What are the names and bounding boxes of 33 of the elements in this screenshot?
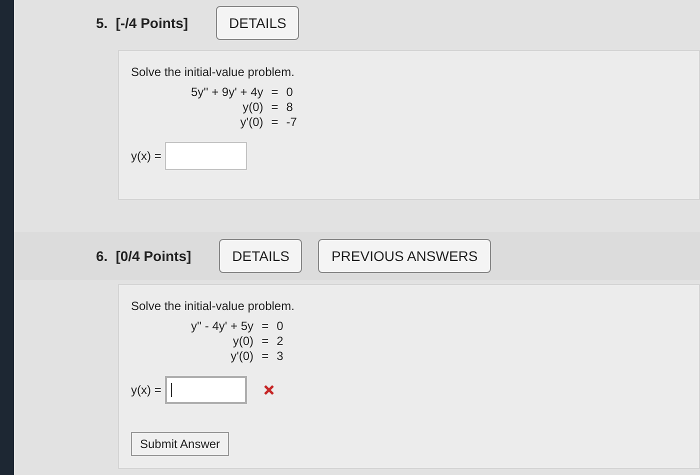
equals-sign: = bbox=[262, 349, 269, 364]
answer-input[interactable] bbox=[165, 142, 248, 170]
equation-rhs: 3 bbox=[276, 349, 284, 364]
equals-sign: = bbox=[262, 319, 269, 334]
equation-lhs: 5y'' + 9y' + 4y bbox=[191, 85, 264, 100]
equation-lhs: y(0) bbox=[242, 100, 264, 115]
equation-lhs: y'(0) bbox=[230, 349, 254, 364]
equation-lhs: y'(0) bbox=[239, 115, 264, 130]
equals-sign: = bbox=[262, 334, 269, 349]
equation-lhs: y(0) bbox=[232, 334, 254, 349]
question-number: 5. bbox=[95, 14, 108, 32]
problem-text: Solve the initial-value problem. bbox=[131, 64, 296, 81]
submit-answer-button[interactable]: Submit Answer bbox=[131, 432, 230, 456]
header-button[interactable]: DETAILS bbox=[216, 6, 300, 40]
equation-rhs: 2 bbox=[276, 334, 284, 349]
equation-rhs: 0 bbox=[286, 85, 294, 100]
answer-label: y(x) = bbox=[131, 382, 162, 399]
text-cursor-icon bbox=[171, 383, 172, 397]
equation-rhs: 8 bbox=[286, 100, 294, 115]
equals-sign: = bbox=[271, 115, 278, 130]
question-points: [-/4 Points] bbox=[116, 14, 188, 33]
problem-text: Solve the initial-value problem. bbox=[131, 298, 296, 315]
equation-rhs: 0 bbox=[276, 319, 284, 334]
header-button[interactable]: PREVIOUS ANSWERS bbox=[318, 239, 491, 273]
answer-input[interactable] bbox=[165, 376, 248, 404]
question-number: 6. bbox=[95, 246, 108, 266]
header-button[interactable]: DETAILS bbox=[219, 239, 302, 273]
equals-sign: = bbox=[271, 85, 278, 100]
equation-rhs: -7 bbox=[286, 115, 297, 130]
question-points: [0/4 Points] bbox=[116, 246, 192, 266]
answer-label: y(x) = bbox=[131, 148, 162, 165]
equation-lhs: y'' - 4y' + 5y bbox=[191, 319, 254, 334]
equals-sign: = bbox=[271, 100, 278, 115]
